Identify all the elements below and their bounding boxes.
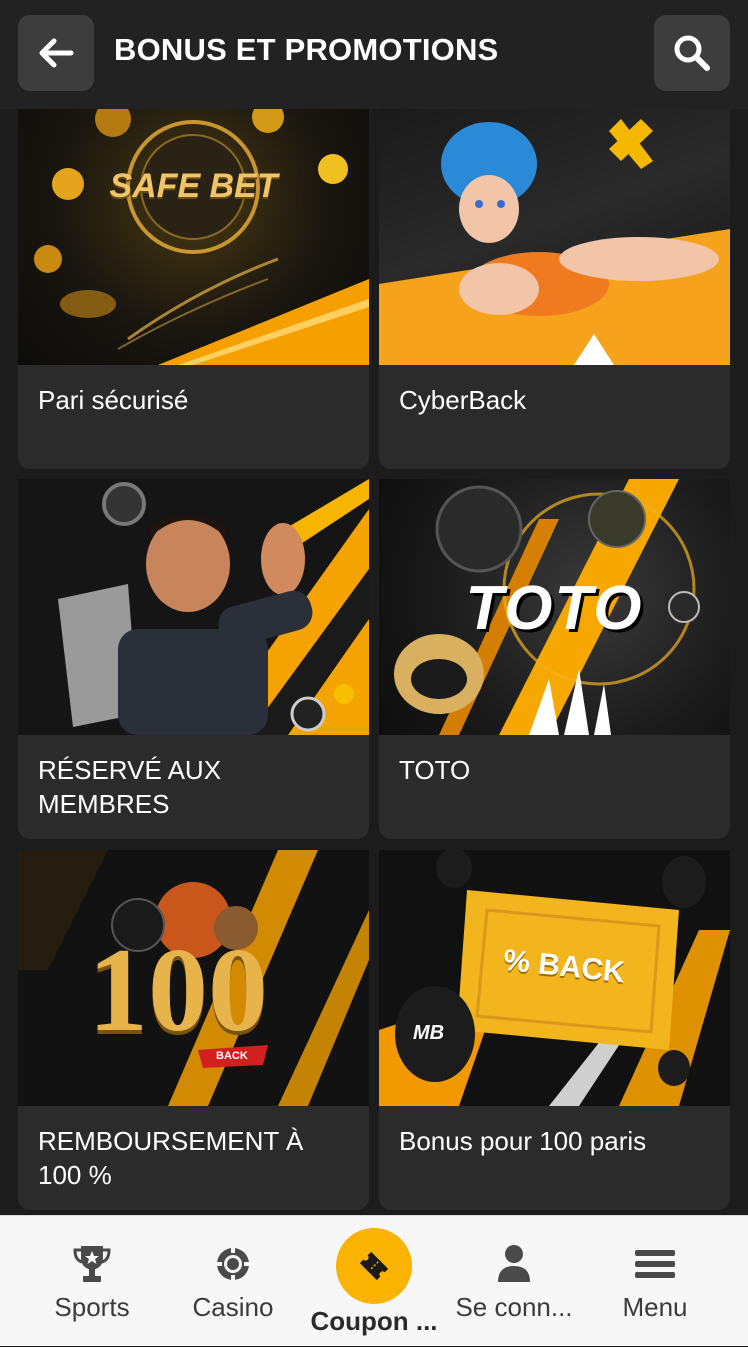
- top-header: BONUS ET PROMOTIONS: [0, 0, 748, 109]
- nav-label: Casino: [192, 1292, 274, 1322]
- refund-banner-sub: BACK: [216, 1050, 248, 1062]
- coupon-button[interactable]: [336, 1228, 412, 1304]
- back-button[interactable]: [18, 15, 94, 91]
- ticket-icon: [359, 1251, 389, 1281]
- refund-banner-number: 100: [88, 923, 268, 1056]
- nav-casino[interactable]: Casino: [163, 1216, 303, 1347]
- promo-banner-bonus-100-bets: % BACK MB: [379, 850, 730, 1106]
- promo-card-members[interactable]: RÉSERVÉ AUX MEMBRES: [18, 479, 369, 839]
- promo-card-toto[interactable]: TOTO TOTO: [379, 479, 730, 839]
- nav-login[interactable]: Se conn...: [444, 1216, 584, 1347]
- promo-label: RÉSERVÉ AUX MEMBRES: [38, 755, 222, 819]
- safe-bet-banner-text: SAFE BET: [109, 167, 278, 205]
- promo-label: Bonus pour 100 paris: [399, 1126, 647, 1156]
- nav-label: Sports: [54, 1292, 130, 1322]
- hamburger-menu-icon: [635, 1250, 675, 1278]
- promo-banner-toto: TOTO: [379, 479, 730, 735]
- promo-label: Pari sécurisé: [38, 385, 189, 415]
- promo-banner-members: [18, 479, 369, 735]
- bottom-navigation: Sports Casino Coupon ... Se conn... Menu: [0, 1215, 748, 1346]
- mb-badge: MB: [413, 1022, 445, 1044]
- page-title: BONUS ET PROMOTIONS: [114, 32, 499, 67]
- promo-label: CyberBack: [399, 385, 527, 415]
- nav-label: Se conn...: [455, 1292, 573, 1322]
- promo-banner-safe-bet: SAFE BET: [18, 109, 369, 365]
- arrow-left-icon: [39, 38, 74, 68]
- promo-card-refund-100[interactable]: 100 BACK REMBOURSEMENT À 100 %: [18, 850, 369, 1210]
- promotions-grid: SAFE BET Pari sécurisé CyberBack RÉSERVÉ…: [0, 109, 748, 1215]
- casino-chip-icon: [216, 1247, 250, 1281]
- promo-label: REMBOURSEMENT À 100 %: [38, 1126, 304, 1190]
- nav-menu[interactable]: Menu: [585, 1216, 725, 1347]
- search-icon: [674, 35, 710, 71]
- nav-label: Menu: [622, 1292, 688, 1322]
- promo-card-cyberback[interactable]: CyberBack: [379, 109, 730, 469]
- nav-label: Coupon ...: [310, 1306, 438, 1336]
- user-icon: [498, 1245, 530, 1282]
- nav-sports[interactable]: Sports: [22, 1216, 162, 1347]
- promo-label: TOTO: [399, 755, 471, 785]
- promo-card-safe-bet[interactable]: SAFE BET Pari sécurisé: [18, 109, 369, 469]
- search-button[interactable]: [654, 15, 730, 91]
- toto-banner-text: TOTO: [465, 574, 644, 643]
- promo-banner-refund-100: 100 BACK: [18, 850, 369, 1106]
- promo-banner-cyberback: [379, 109, 730, 365]
- promo-card-bonus-100-bets[interactable]: % BACK MB Bonus pour 100 paris: [379, 850, 730, 1210]
- trophy-icon: [73, 1246, 111, 1282]
